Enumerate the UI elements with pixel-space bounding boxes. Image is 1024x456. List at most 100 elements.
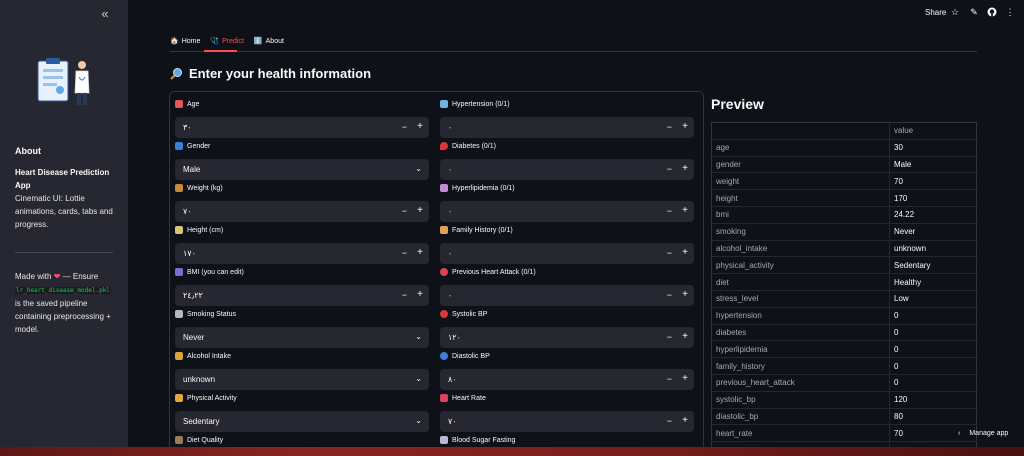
row-key: hyperlipidemia [711, 340, 890, 359]
age-input[interactable]: ٣٠ − + [175, 117, 429, 138]
tab-bar: 🏠 Home 🩺 Predict ℹ️ About [170, 36, 284, 46]
smoking-select[interactable]: Never ⌄ [175, 327, 429, 348]
systolic-bp-field: Systolic BP ١٢٠ − + [440, 308, 694, 348]
field-value: ٠ [448, 165, 453, 174]
hypertension-input[interactable]: ٠ − + [440, 117, 694, 138]
table-row: smoking Never [711, 223, 977, 241]
preview-title: Preview [711, 96, 764, 112]
alcohol-select[interactable]: unknown ⌄ [175, 369, 429, 390]
diabetes-field: Diabetes (0/1) ٠ − + [440, 140, 694, 180]
increment-button[interactable]: + [417, 205, 423, 216]
table-row: diet Healthy [711, 273, 977, 291]
increment-button[interactable]: + [682, 121, 688, 132]
ruler-icon [175, 226, 183, 234]
height-input[interactable]: ١٧٠ − + [175, 243, 429, 264]
diabetes-input[interactable]: ٠ − + [440, 159, 694, 180]
food-icon [175, 436, 183, 444]
decrement-button[interactable]: − [402, 248, 407, 258]
diastolic-bp-field: Diastolic BP ٨٠ − + [440, 350, 694, 390]
row-value: 0 [889, 324, 977, 342]
sidebar-app-description: Cinematic UI: Lottie animations, cards, … [15, 194, 113, 229]
table-row: physical_activity Sedentary [711, 256, 977, 275]
red-circle-icon [440, 310, 448, 318]
bmi-input[interactable]: ٢٤٫٢٢ − + [175, 285, 429, 306]
model-file-code: lr_heart_disease_model.pkl [15, 287, 111, 294]
increment-button[interactable]: + [417, 121, 423, 132]
table-row: gender Male [711, 156, 977, 174]
increment-button[interactable]: + [682, 289, 688, 300]
table-row: age 30 [711, 139, 977, 157]
field-label: Hypertension (0/1) [452, 100, 510, 108]
value-column-header: value [889, 122, 977, 140]
star-icon[interactable]: ☆ [950, 7, 960, 17]
diastolic-bp-input[interactable]: ٨٠ − + [440, 369, 694, 390]
increment-button[interactable]: + [417, 247, 423, 258]
decrement-button[interactable]: − [667, 374, 672, 384]
table-row: family_history 0 [711, 357, 977, 375]
tab-home[interactable]: 🏠 Home [170, 36, 200, 46]
increment-button[interactable]: + [682, 163, 688, 174]
index-header [711, 122, 890, 140]
row-key: weight [711, 172, 890, 191]
share-button[interactable]: Share [925, 8, 946, 17]
increment-button[interactable]: + [682, 247, 688, 258]
family-history-input[interactable]: ٠ − + [440, 243, 694, 264]
made-with-mid: — Ensure [62, 272, 99, 281]
heart-rate-field: Heart Rate ٧٠ − + [440, 392, 694, 432]
chevron-down-icon: ⌄ [415, 416, 422, 425]
cigarette-icon [175, 310, 183, 318]
decrement-button[interactable]: − [667, 416, 672, 426]
increment-button[interactable]: + [682, 373, 688, 384]
heart-rate-input[interactable]: ٧٠ − + [440, 411, 694, 432]
gender-field: Gender Male ⌄ [175, 140, 429, 180]
decrement-button[interactable]: − [667, 122, 672, 132]
table-row: alcohol_intake unknown [711, 240, 977, 258]
stethoscope-icon: 🩺 [210, 38, 220, 45]
magnifier-icon [170, 68, 182, 80]
decrement-button[interactable]: − [667, 248, 672, 258]
more-menu-icon[interactable]: ⋮ [1005, 7, 1015, 17]
activity-select[interactable]: Sedentary ⌄ [175, 411, 429, 432]
previous-heart-attack-input[interactable]: ٠ − + [440, 285, 694, 306]
field-value: ٠ [448, 123, 453, 132]
increment-button[interactable]: + [682, 415, 688, 426]
github-icon[interactable] [987, 7, 997, 17]
increment-button[interactable]: + [682, 205, 688, 216]
decrement-button[interactable]: − [667, 164, 672, 174]
chevron-down-icon: ⌄ [415, 332, 422, 341]
tab-about[interactable]: ℹ️ About [254, 36, 284, 46]
decrement-button[interactable]: − [402, 206, 407, 216]
gender-select[interactable]: Male ⌄ [175, 159, 429, 180]
table-header-row: value [711, 122, 977, 140]
tab-predict[interactable]: 🩺 Predict [210, 36, 244, 46]
table-row: height 170 [711, 189, 977, 207]
field-value: ٢٤٫٢٢ [183, 291, 203, 300]
increment-button[interactable]: + [417, 289, 423, 300]
row-value: Never [889, 223, 977, 241]
edit-icon[interactable]: ✎ [969, 7, 979, 17]
decrement-button[interactable]: − [667, 206, 672, 216]
smoking-field: Smoking Status Never ⌄ [175, 308, 429, 348]
row-value: Male [889, 156, 977, 174]
field-value: ٧٠ [183, 207, 192, 216]
field-label: Heart Rate [452, 394, 486, 402]
weight-input[interactable]: ٧٠ − + [175, 201, 429, 222]
field-label: Weight (kg) [187, 184, 223, 192]
systolic-bp-input[interactable]: ١٢٠ − + [440, 327, 694, 348]
table-row: weight 70 [711, 172, 977, 191]
hyperlipidemia-input[interactable]: ٠ − + [440, 201, 694, 222]
row-value: 120 [889, 391, 977, 409]
preview-table-container[interactable]: value age 30 gender Male weight 70 height 170 bm… [711, 122, 977, 447]
field-value: Male [183, 165, 201, 174]
collapse-sidebar-icon[interactable]: « [99, 7, 111, 21]
row-value: 30 [889, 139, 977, 157]
decrement-button[interactable]: − [667, 290, 672, 300]
increment-button[interactable]: + [682, 331, 688, 342]
manage-app-button[interactable]: ‹ Manage app [958, 430, 1008, 437]
decrement-button[interactable]: − [402, 122, 407, 132]
decrement-button[interactable]: − [667, 332, 672, 342]
decrement-button[interactable]: − [402, 290, 407, 300]
field-label: Diet Quality [187, 436, 224, 444]
row-key: hypertension [711, 307, 890, 325]
table-row: bmi 24.22 [711, 206, 977, 224]
